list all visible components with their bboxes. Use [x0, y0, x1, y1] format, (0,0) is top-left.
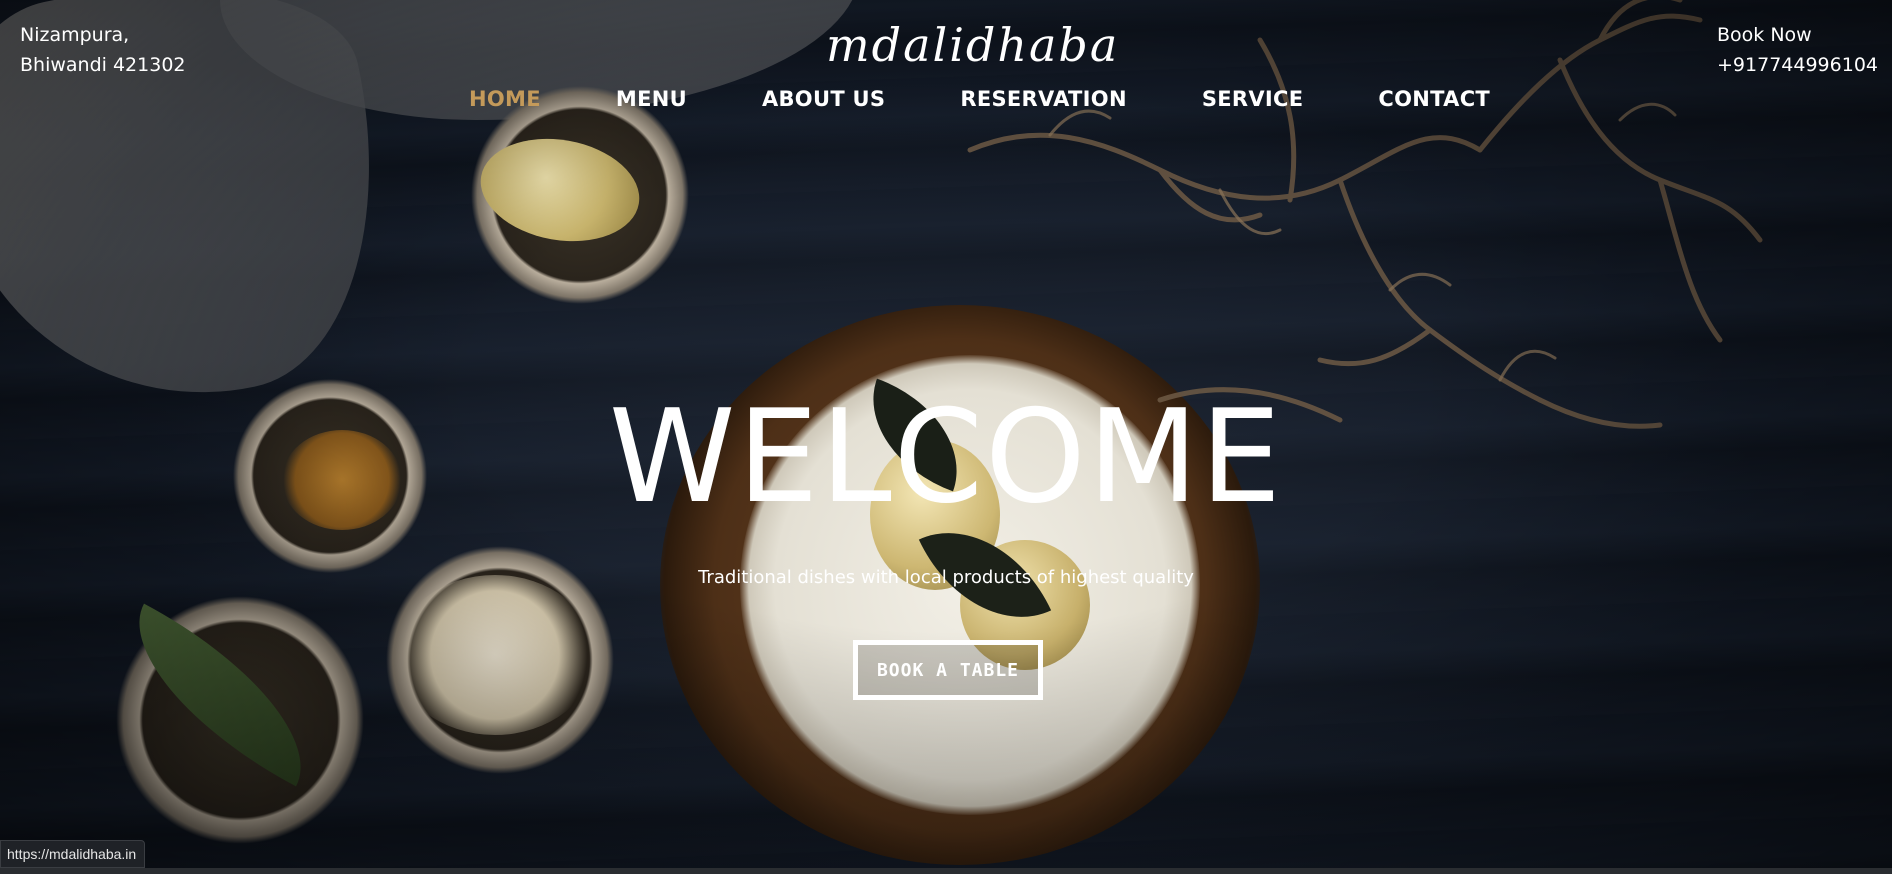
phone-number[interactable]: +917744996104	[1717, 50, 1878, 80]
main-nav: HOME MENU ABOUT US RESERVATION SERVICE C…	[469, 84, 1490, 114]
address-line: Bhiwandi 421302	[20, 54, 186, 76]
book-now-label[interactable]: Book Now	[1717, 20, 1878, 50]
status-bar-url: https://mdalidhaba.in	[0, 840, 146, 868]
nav-item-service[interactable]: SERVICE	[1202, 84, 1304, 114]
nav-item-home[interactable]: HOME	[469, 84, 541, 114]
nav-item-reservation[interactable]: RESERVATION	[960, 84, 1126, 114]
hero-tagline: Traditional dishes with local products o…	[698, 567, 1194, 588]
almonds-image	[395, 575, 595, 735]
nav-item-contact[interactable]: CONTACT	[1378, 84, 1490, 114]
hero-title: WELCOME	[608, 383, 1284, 532]
nav-item-menu[interactable]: MENU	[616, 84, 687, 114]
address-block: Nizampura, Bhiwandi 421302	[20, 20, 186, 80]
book-now-block: Book Now +917744996104	[1717, 20, 1878, 80]
site-logo[interactable]: mdalidhaba	[826, 18, 1117, 72]
hero-section: Nizampura, Bhiwandi 421302 mdalidhaba Bo…	[0, 0, 1892, 874]
address-line: Nizampura,	[20, 24, 130, 46]
nav-item-about-us[interactable]: ABOUT US	[762, 84, 885, 114]
book-a-table-button[interactable]: BOOK A TABLE	[853, 640, 1043, 700]
bottom-strip	[0, 868, 1892, 874]
